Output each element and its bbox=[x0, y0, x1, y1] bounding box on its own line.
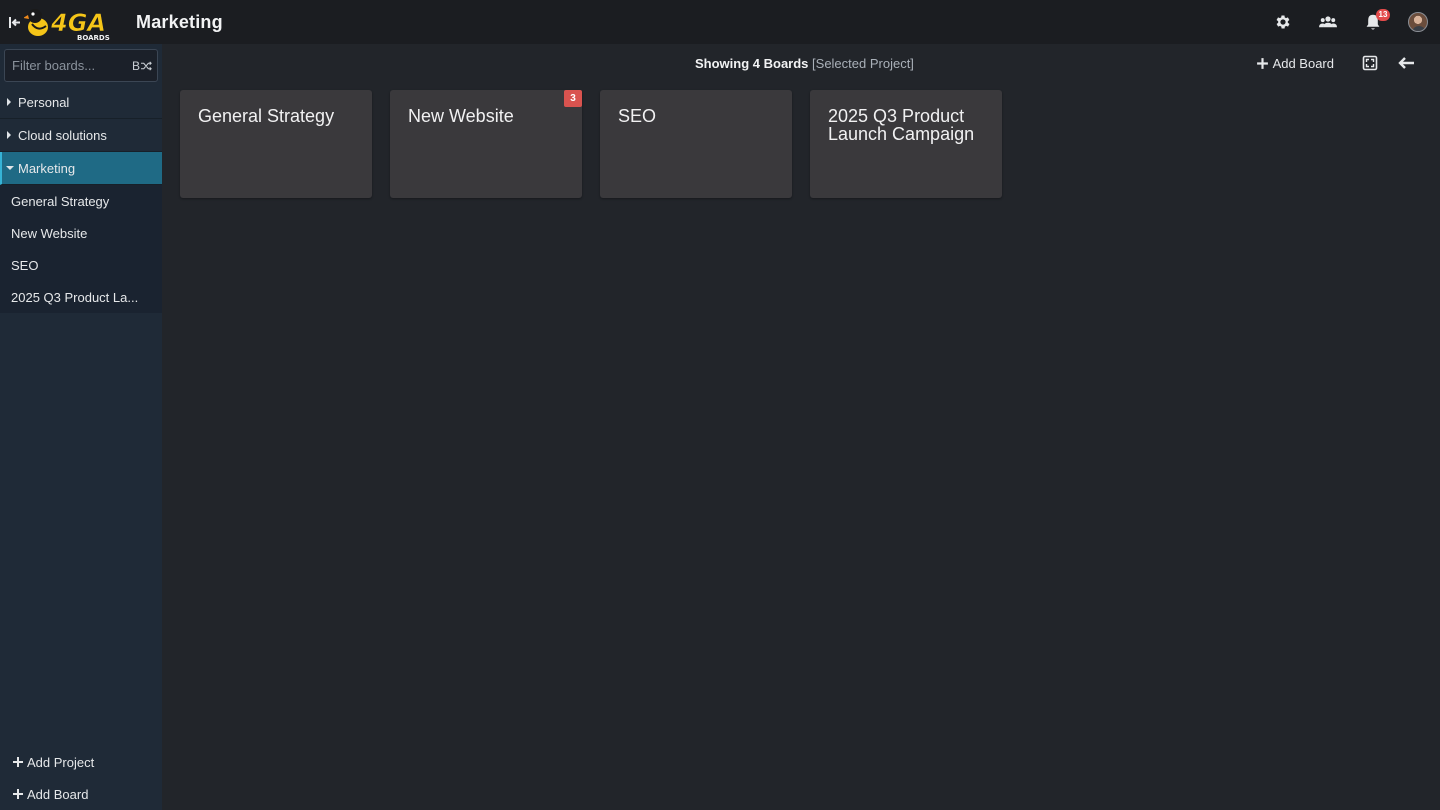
plus-icon bbox=[13, 757, 23, 767]
boards-grid: General Strategy New Website 3 SEO 2025 … bbox=[180, 90, 1002, 198]
sidebar-board-general-strategy[interactable]: General Strategy bbox=[0, 185, 162, 217]
main-header: Showing 4 Boards [Selected Project] Add … bbox=[162, 44, 1440, 82]
svg-text:4GA: 4GA bbox=[50, 9, 106, 37]
boards-scope: [Selected Project] bbox=[812, 56, 914, 71]
filter-mode-label: B bbox=[131, 58, 140, 73]
project-item-marketing[interactable]: Marketing bbox=[0, 152, 162, 185]
add-project-button[interactable]: Add Project bbox=[0, 746, 162, 778]
board-title: SEO bbox=[618, 106, 657, 126]
boards-count: Showing 4 Boards bbox=[695, 56, 809, 71]
board-card[interactable]: New Website 3 bbox=[390, 90, 582, 198]
board-title: New Website bbox=[408, 106, 514, 126]
sidebar-footer: Add Project Add Board bbox=[0, 746, 162, 810]
boards-count-text: Showing 4 Boards [Selected Project] bbox=[695, 56, 914, 71]
project-label: Marketing bbox=[18, 160, 76, 176]
filter-box: B bbox=[4, 49, 158, 82]
filter-mode-toggle[interactable]: B bbox=[132, 59, 157, 73]
plus-icon bbox=[1256, 57, 1268, 69]
project-item-personal[interactable]: Personal bbox=[0, 86, 162, 119]
caret-down-icon bbox=[6, 165, 18, 171]
caret-right-icon bbox=[6, 131, 18, 139]
add-board-label: Add Board bbox=[1272, 55, 1334, 71]
filter-boards-input[interactable] bbox=[5, 50, 132, 81]
main-content: Showing 4 Boards [Selected Project] Add … bbox=[162, 44, 1440, 810]
settings-button[interactable] bbox=[1260, 0, 1305, 44]
top-actions: 13 bbox=[1260, 0, 1440, 44]
notification-count-badge: 13 bbox=[1376, 9, 1390, 21]
collapse-sidebar-icon[interactable] bbox=[4, 0, 24, 44]
back-button[interactable] bbox=[1388, 50, 1424, 76]
app-logo[interactable]: 4GA BOARDS bbox=[24, 0, 114, 44]
board-title: 2025 Q3 Product Launch Campaign bbox=[828, 106, 975, 144]
project-label: Cloud solutions bbox=[18, 127, 107, 143]
user-menu-button[interactable] bbox=[1395, 0, 1440, 44]
add-board-label: Add Board bbox=[27, 786, 89, 802]
sidebar-add-board-button[interactable]: Add Board bbox=[0, 778, 162, 810]
top-bar: 4GA BOARDS Marketing 13 bbox=[0, 0, 1440, 44]
plus-icon bbox=[13, 789, 23, 799]
board-card[interactable]: SEO bbox=[600, 90, 792, 198]
arrow-left-icon bbox=[1397, 57, 1414, 69]
board-title: General Strategy bbox=[198, 106, 335, 126]
notifications-button[interactable]: 13 bbox=[1350, 0, 1395, 44]
shuffle-icon bbox=[141, 60, 152, 71]
board-notification-badge: 3 bbox=[564, 90, 582, 107]
page-title: Marketing bbox=[136, 11, 223, 32]
fullscreen-button[interactable] bbox=[1352, 50, 1388, 76]
project-list: Personal Cloud solutions Marketing Gener… bbox=[0, 86, 162, 313]
users-icon bbox=[1318, 16, 1337, 28]
expand-icon bbox=[1362, 55, 1378, 71]
sidebar-board-2025-q3-product-launch[interactable]: 2025 Q3 Product La... bbox=[0, 281, 162, 313]
board-card[interactable]: General Strategy bbox=[180, 90, 372, 198]
team-button[interactable] bbox=[1305, 0, 1350, 44]
sidebar-board-new-website[interactable]: New Website bbox=[0, 217, 162, 249]
svg-text:BOARDS: BOARDS bbox=[77, 34, 110, 42]
sidebar-board-seo[interactable]: SEO bbox=[0, 249, 162, 281]
avatar bbox=[1407, 12, 1428, 32]
add-project-label: Add Project bbox=[27, 754, 95, 770]
project-label: Personal bbox=[18, 94, 70, 110]
sidebar: B Personal Cloud solutions Marketing Gen… bbox=[0, 44, 162, 810]
gear-icon bbox=[1276, 15, 1290, 29]
caret-right-icon bbox=[6, 98, 18, 106]
project-item-cloud-solutions[interactable]: Cloud solutions bbox=[0, 119, 162, 152]
header-actions: Add Board bbox=[1256, 50, 1424, 76]
board-card[interactable]: 2025 Q3 Product Launch Campaign bbox=[810, 90, 1002, 198]
add-board-button[interactable]: Add Board bbox=[1256, 56, 1334, 71]
